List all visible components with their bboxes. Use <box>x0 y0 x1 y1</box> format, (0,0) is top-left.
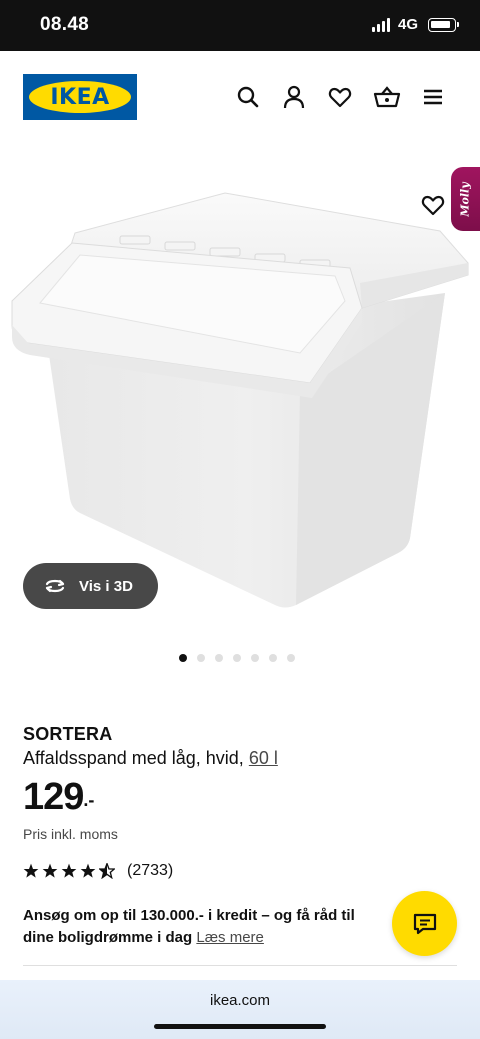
ikea-logo[interactable]: IKEA <box>23 74 137 120</box>
product-rating[interactable]: (2733) <box>23 862 173 880</box>
chat-button[interactable] <box>392 891 457 956</box>
url-label: ikea.com <box>209 992 271 1009</box>
search-icon[interactable] <box>235 84 261 110</box>
logo-text: IKEA <box>50 84 110 110</box>
status-bar: 08.48 4G <box>0 0 480 51</box>
molly-assistant-tab[interactable]: Molly <box>451 167 480 231</box>
credit-text: Ansøg om op til 130.000.- i kredit – og … <box>23 907 355 946</box>
star-full-icon <box>42 863 58 878</box>
star-full-icon <box>23 863 39 878</box>
rating-stars <box>23 863 115 879</box>
status-time: 08.48 <box>40 14 90 35</box>
gallery-dot[interactable] <box>179 654 187 662</box>
add-to-favourites-button[interactable] <box>412 184 454 226</box>
product-size-link[interactable]: 60 l <box>249 748 278 768</box>
gallery-dot[interactable] <box>251 654 259 662</box>
product-price: 129 .- <box>23 776 94 819</box>
gallery-dot[interactable] <box>197 654 205 662</box>
network-label: 4G <box>397 16 418 33</box>
chat-icon <box>413 913 436 934</box>
rating-count: (2733) <box>127 862 174 879</box>
view-in-3d-label: Vis i 3D <box>79 577 133 595</box>
home-indicator[interactable] <box>154 1024 326 1029</box>
price-integer: 129 <box>23 776 84 818</box>
product-description: Affaldsspand med låg, hvid, 60 l <box>23 748 278 769</box>
waste-bin-illustration <box>11 192 469 608</box>
battery-icon <box>428 17 459 32</box>
price-suffix: .- <box>83 790 95 810</box>
vat-note: Pris inkl. moms <box>23 826 118 842</box>
star-full-icon <box>61 863 77 878</box>
browser-address-bar[interactable]: ikea.com <box>0 980 480 1039</box>
rotate-3d-icon <box>45 579 65 593</box>
credit-read-more-link[interactable]: Læs mere <box>196 929 264 946</box>
gallery-dot[interactable] <box>287 654 295 662</box>
star-half-icon <box>99 863 115 879</box>
product-image[interactable] <box>0 143 480 633</box>
site-header: IKEA <box>0 51 480 143</box>
gallery-dot[interactable] <box>233 654 241 662</box>
menu-icon[interactable] <box>420 84 446 110</box>
molly-label: Molly <box>459 181 473 217</box>
basket-icon[interactable] <box>373 84 401 110</box>
heart-icon[interactable] <box>327 84 353 110</box>
heart-icon <box>421 195 445 216</box>
view-in-3d-button[interactable]: Vis i 3D <box>23 563 158 609</box>
signal-icon <box>371 17 390 32</box>
status-indicators: 4G <box>371 16 459 33</box>
gallery-pagination <box>179 654 295 662</box>
divider <box>23 965 457 966</box>
gallery-dot[interactable] <box>269 654 277 662</box>
star-full-icon <box>80 863 96 878</box>
product-description-text: Affaldsspand med låg, hvid, <box>23 748 244 768</box>
gallery-dot[interactable] <box>215 654 223 662</box>
product-name: SORTERA <box>23 724 113 744</box>
logo-oval: IKEA <box>29 81 131 113</box>
account-icon[interactable] <box>281 84 307 110</box>
credit-offer: Ansøg om op til 130.000.- i kredit – og … <box>23 905 383 949</box>
